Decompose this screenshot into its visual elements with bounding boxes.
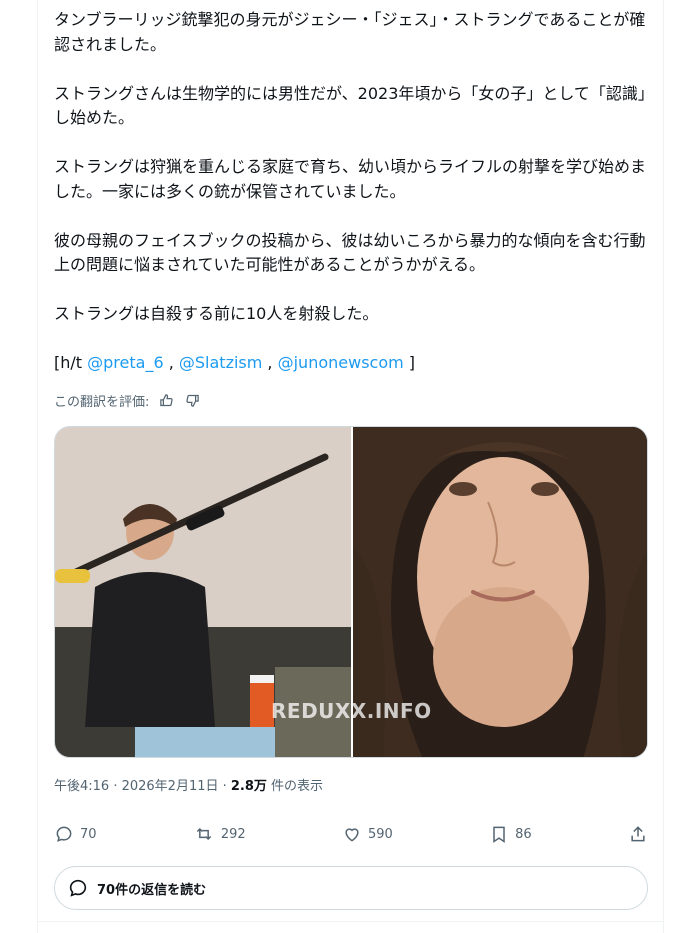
tweet-paragraph: ストラングさんは生物学的には男性だが、2023年頃から「女の子」として「認識」し… [54, 83, 654, 128]
media-grid[interactable]: REDUXX.INFO [54, 426, 648, 758]
mention-link[interactable]: @Slatzism [179, 353, 262, 372]
reply-icon [69, 879, 87, 897]
tweet-body: タンブラーリッジ銃撃犯の身元がジェシー・「ジェス」・ストラングであることが確認さ… [54, 8, 654, 400]
retweet-button[interactable]: 292 [193, 824, 246, 844]
heart-icon [345, 828, 359, 842]
tweet-paragraph: ストラングは自殺する前に10人を射殺した。 [54, 304, 379, 323]
hat-tip-prefix: [h/t [54, 353, 88, 372]
share-icon [631, 826, 645, 842]
divider [37, 921, 664, 922]
mention-separator: , [163, 353, 179, 372]
reply-count: 70 [80, 826, 97, 842]
mention-link[interactable]: @preta_6 [87, 353, 163, 372]
tweet-metadata: 午後4:16 · 2026年2月11日 · 2.8万 件の表示 [54, 775, 323, 794]
views-count: 2.8万 [230, 779, 267, 794]
tweet-paragraph: タンブラーリッジ銃撃犯の身元がジェシー・「ジェス」・ストラングであることが確認さ… [54, 10, 646, 54]
mention-separator: , [262, 353, 278, 372]
thumbs-down-icon[interactable] [183, 391, 201, 409]
translation-rating-label: この翻訳を評価: [54, 394, 150, 410]
like-button[interactable]: 590 [342, 824, 393, 844]
share-button[interactable] [628, 824, 648, 844]
hat-tip-suffix: ] [403, 353, 416, 372]
read-replies-label: 70件の返信を読む [97, 882, 207, 898]
retweet-count: 292 [220, 826, 246, 842]
reply-button[interactable]: 70 [54, 824, 97, 844]
tweet-paragraph: 彼の母親のフェイスブックの投稿から、彼は幼いころから暴力的な傾向を含む行動上の問… [54, 230, 646, 275]
hat-tip-line: [h/t @preta_6 , @Slatzism , @junonewscom… [54, 351, 654, 376]
retweet-icon [196, 827, 212, 841]
bookmark-icon [493, 826, 505, 843]
thumbs-up-icon[interactable] [157, 391, 175, 409]
reply-icon [56, 826, 72, 842]
bookmark-button[interactable]: 86 [489, 824, 532, 844]
views-label: 件の表示 [266, 779, 324, 794]
action-bar: 70 292 590 86 [54, 820, 648, 848]
media-watermark: REDUXX.INFO [271, 699, 432, 723]
mention-link[interactable]: @junonewscom [278, 353, 404, 372]
read-replies-button[interactable]: 70件の返信を読む [54, 866, 648, 910]
bookmark-count: 86 [515, 826, 532, 842]
timestamp[interactable]: 午後4:16 · 2026年2月11日 · [54, 779, 231, 794]
like-count: 590 [368, 826, 393, 842]
translation-rating: この翻訳を評価: [54, 389, 201, 411]
tweet-paragraph: ストラングは狩猟を重んじる家庭で育ち、幼い頃からライフルの射撃を学び始めました。… [54, 157, 647, 201]
